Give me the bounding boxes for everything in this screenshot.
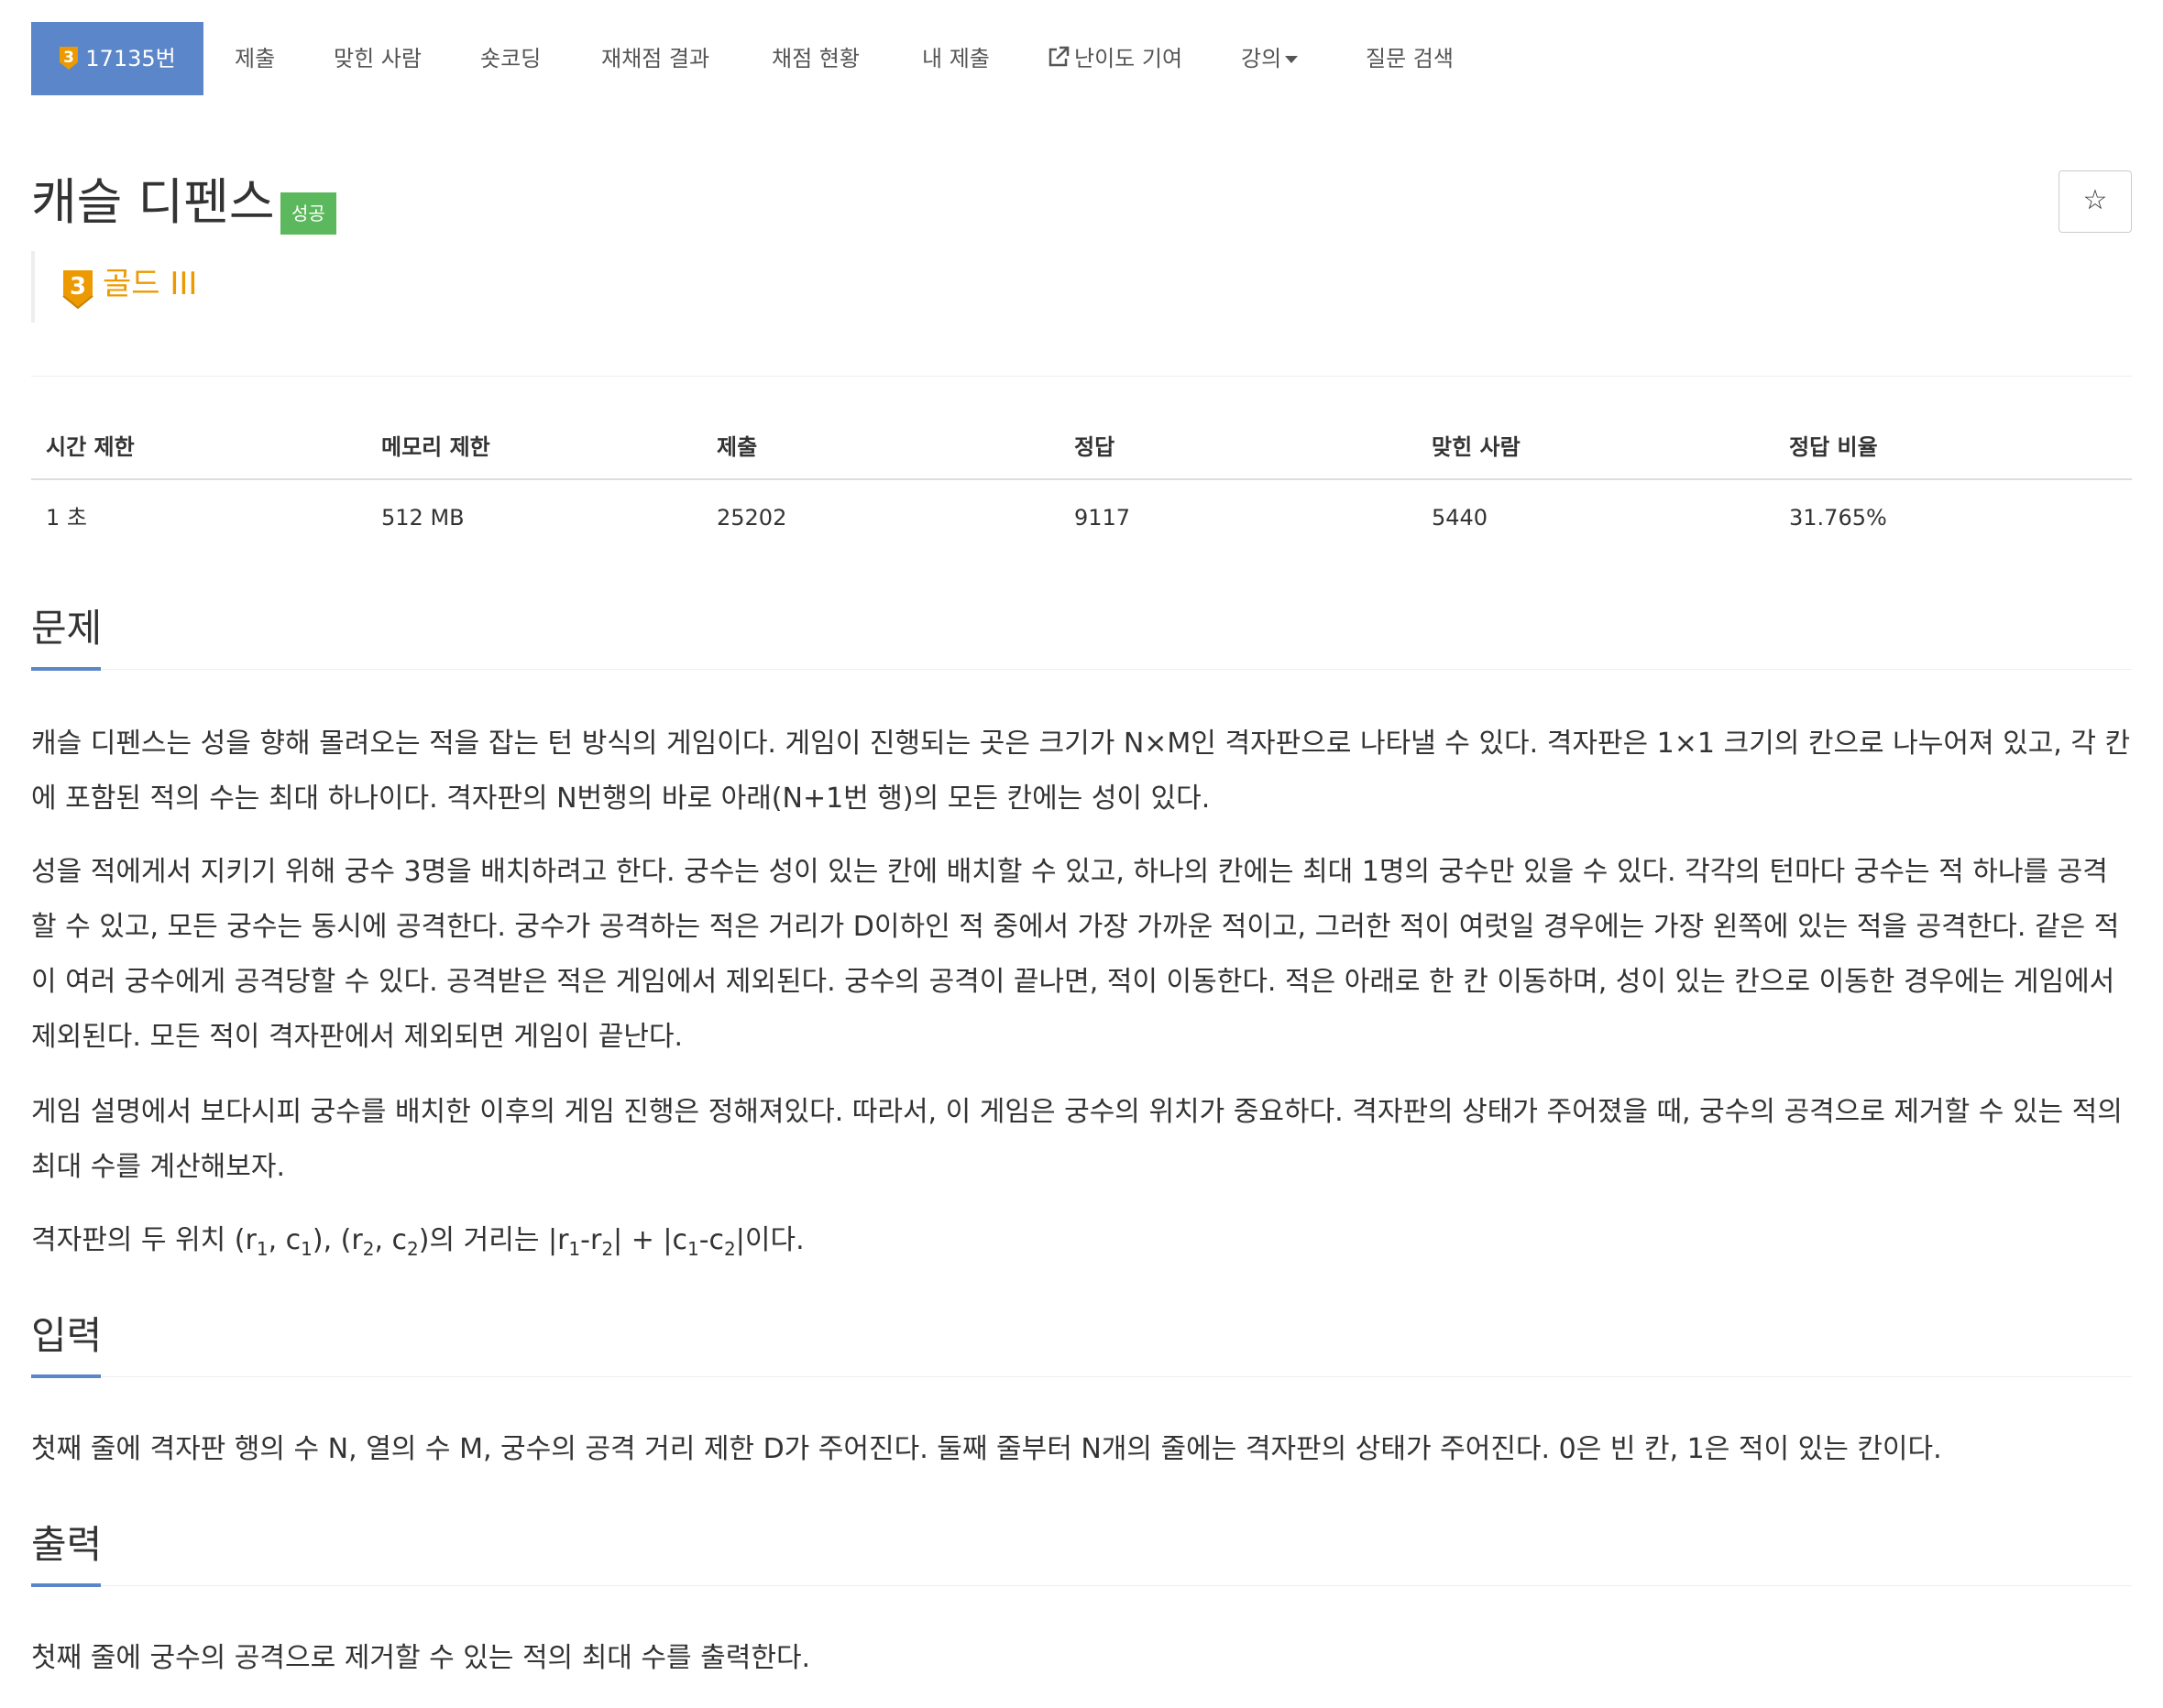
header-time-limit: 시간 제한 <box>46 434 135 460</box>
solved-status-badge: 성공 <box>280 192 336 235</box>
section-underline <box>31 667 101 671</box>
svg-text:3: 3 <box>63 49 74 67</box>
gold-tier-icon: 3 <box>62 269 93 310</box>
tab-problem-number-label: 17135번 <box>85 46 176 71</box>
distance-formula-paragraph: 격자판의 두 위치 (r1, c1), (r2, c2)의 거리는 |r1-r2… <box>31 1224 805 1260</box>
caret-down-icon <box>1285 56 1299 63</box>
tab-difficulty-contribution-label: 난이도 기여 <box>1074 46 1183 71</box>
problem-description-paragraph: 게임 설명에서 보다시피 궁수를 배치한 이후의 게임 진행은 정해져있다. 따… <box>31 1096 2132 1183</box>
header-accepted: 정답 <box>1074 434 1115 460</box>
divider <box>31 376 2132 377</box>
header-submissions: 제출 <box>717 434 758 460</box>
time-limit-value: 1 초 <box>46 505 87 531</box>
section-divider <box>31 669 2132 670</box>
tab-lectures-label: 강의 <box>1241 46 1282 71</box>
tier-label[interactable]: 골드 III <box>103 264 197 304</box>
tab-submit[interactable]: 제출 <box>235 22 275 95</box>
external-link-icon <box>1047 25 1071 67</box>
problem-description-paragraph: 캐슬 디펜스는 성을 향해 몰려오는 적을 잡는 턴 방식의 게임이다. 게임이… <box>31 728 2131 815</box>
header-accept-ratio: 정답 비율 <box>1789 434 1878 460</box>
accepted-value: 9117 <box>1074 505 1131 531</box>
table-row: 1 초 512 MB 25202 9117 5440 31.765% <box>31 480 2132 555</box>
section-divider <box>31 1585 2132 1586</box>
header-memory-limit: 메모리 제한 <box>381 434 490 460</box>
tab-short-coding[interactable]: 숏코딩 <box>480 22 541 95</box>
gold-tier-icon: 3 <box>59 46 79 71</box>
tab-solved-users[interactable]: 맞힌 사람 <box>334 22 422 95</box>
accept-ratio-value: 31.765% <box>1789 505 1887 531</box>
favorite-star-button[interactable]: ☆ <box>2059 170 2132 233</box>
header-solved-users: 맞힌 사람 <box>1432 434 1521 460</box>
memory-limit-value: 512 MB <box>381 505 465 531</box>
tab-judge-status[interactable]: 채점 현황 <box>772 22 860 95</box>
tab-question-search[interactable]: 질문 검색 <box>1366 22 1454 95</box>
tab-my-submissions[interactable]: 내 제출 <box>922 22 990 95</box>
problem-title: 캐슬 디펜스 <box>31 173 275 231</box>
solved-users-value: 5440 <box>1432 505 1488 531</box>
svg-text:3: 3 <box>70 273 86 301</box>
problem-tier: 3 골드 III <box>31 251 401 323</box>
section-title-problem: 문제 <box>31 606 103 651</box>
tab-difficulty-contribution[interactable]: 난이도 기여 <box>1047 22 1182 95</box>
input-description: 첫째 줄에 격자판 행의 수 N, 열의 수 M, 궁수의 공격 거리 제한 D… <box>31 1433 1942 1465</box>
section-underline <box>31 1374 101 1378</box>
section-underline <box>31 1583 101 1587</box>
tab-rejudge-results[interactable]: 재채점 결과 <box>601 22 709 95</box>
submissions-value: 25202 <box>717 505 787 531</box>
table-header-row: 시간 제한 메모리 제한 제출 정답 맞힌 사람 정답 비율 <box>31 418 2132 480</box>
problem-nav: 3 17135번 제출 맞힌 사람 숏코딩 재채점 결과 채점 현황 내 제출 … <box>31 22 2132 95</box>
tab-lectures-dropdown[interactable]: 강의 <box>1241 22 1299 95</box>
section-title-input: 입력 <box>31 1313 103 1358</box>
section-divider <box>31 1376 2132 1377</box>
section-title-output: 출력 <box>31 1522 103 1567</box>
tab-problem-number[interactable]: 3 17135번 <box>31 22 203 95</box>
problem-description-paragraph: 성을 적에게서 지키기 위해 궁수 3명을 배치하려고 한다. 궁수는 성이 있… <box>31 856 2124 1053</box>
output-description: 첫째 줄에 궁수의 공격으로 제거할 수 있는 적의 최대 수를 출력한다. <box>31 1642 811 1674</box>
